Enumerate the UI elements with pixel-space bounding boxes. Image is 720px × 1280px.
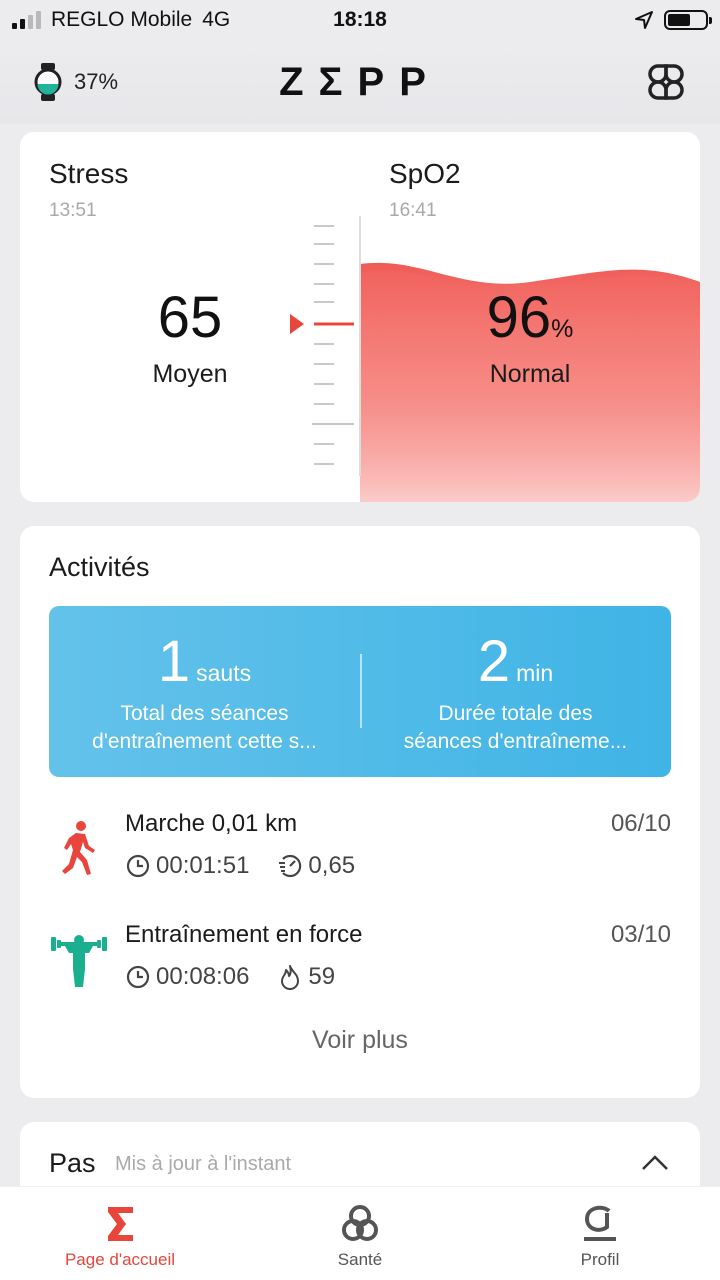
spo2-title: SpO2 <box>389 158 461 189</box>
battery-icon <box>664 10 712 30</box>
stress-time: 13:51 <box>49 200 97 221</box>
chevron-up-icon[interactable] <box>640 1152 670 1172</box>
profile-icon <box>584 1205 616 1241</box>
activity-second-stat: 59 <box>308 963 336 990</box>
signal-strength-icon <box>12 11 41 29</box>
spo2-time: 16:41 <box>389 200 437 221</box>
steps-subtitle: Mis à jour à l'instant <box>115 1153 292 1175</box>
nav-profile[interactable]: Profil <box>480 1187 720 1280</box>
location-arrow-icon <box>635 11 653 29</box>
status-bar: REGLO Mobile 4G 18:18 <box>0 0 720 40</box>
activities-title: Activités <box>49 552 150 582</box>
carrier-name: REGLO Mobile <box>51 8 193 31</box>
activity-date: 03/10 <box>610 921 671 948</box>
activity-name: Marche 0,01 km <box>125 810 298 837</box>
spo2-value: 96% <box>486 285 574 350</box>
app-header: 37% ZΣPP <box>0 40 720 124</box>
nav-health[interactable]: Santé <box>240 1187 480 1280</box>
nav-label: Page d'accueil <box>64 1250 176 1269</box>
activity-second-stat: 0,65 <box>308 852 356 879</box>
watch-battery-text: 37% <box>74 69 119 94</box>
clock-icon <box>126 965 150 989</box>
stress-title: Stress <box>49 158 129 189</box>
nav-home[interactable]: Page d'accueil <box>0 1187 240 1280</box>
activities-summary-banner[interactable]: 1 sauts Total des séances d'entraînement c… <box>49 606 671 777</box>
activity-name: Entraînement en force <box>125 921 363 948</box>
steps-title: Pas <box>49 1148 96 1178</box>
health-card[interactable]: Stress 13:51 65 Moyen SpO2 16:41 96% Nor… <box>20 132 700 502</box>
pace-icon <box>279 854 302 878</box>
bottom-navigation: Page d'accueil Santé Profil <box>0 1186 720 1280</box>
activities-card[interactable]: Activités 1 sauts Total des séances d'entr… <box>20 526 700 1098</box>
health-icon <box>342 1205 378 1241</box>
nav-label: Santé <box>337 1250 383 1269</box>
watch-status[interactable]: 37% <box>34 62 118 102</box>
total-sessions: 1 sauts Total des séances d'entraînement c… <box>92 629 317 753</box>
activity-date: 06/10 <box>610 810 671 837</box>
weightlifting-icon <box>51 935 107 987</box>
network-type: 4G <box>202 8 231 31</box>
activity-item-walk[interactable]: Marche 0,01 km 06/10 00:01:51 0,65 <box>49 810 671 900</box>
sigma-home-icon <box>108 1207 133 1241</box>
activity-duration: 00:08:06 <box>156 963 250 990</box>
walking-icon <box>62 821 95 875</box>
stress-scale <box>290 216 361 476</box>
nav-label: Profil <box>580 1250 620 1269</box>
activity-item-strength[interactable]: Entraînement en force 03/10 00:08:06 59 <box>49 921 671 1011</box>
activity-duration: 00:01:51 <box>156 852 250 879</box>
apps-grid-icon[interactable] <box>646 62 686 102</box>
clock-icon <box>126 854 150 878</box>
spo2-level: Normal <box>489 360 571 388</box>
total-duration: 2 min Durée totale des séances d'entraînem… <box>403 629 628 753</box>
watch-icon <box>34 63 62 101</box>
see-more-link[interactable]: Voir plus <box>20 1026 700 1055</box>
flame-icon <box>281 965 300 990</box>
